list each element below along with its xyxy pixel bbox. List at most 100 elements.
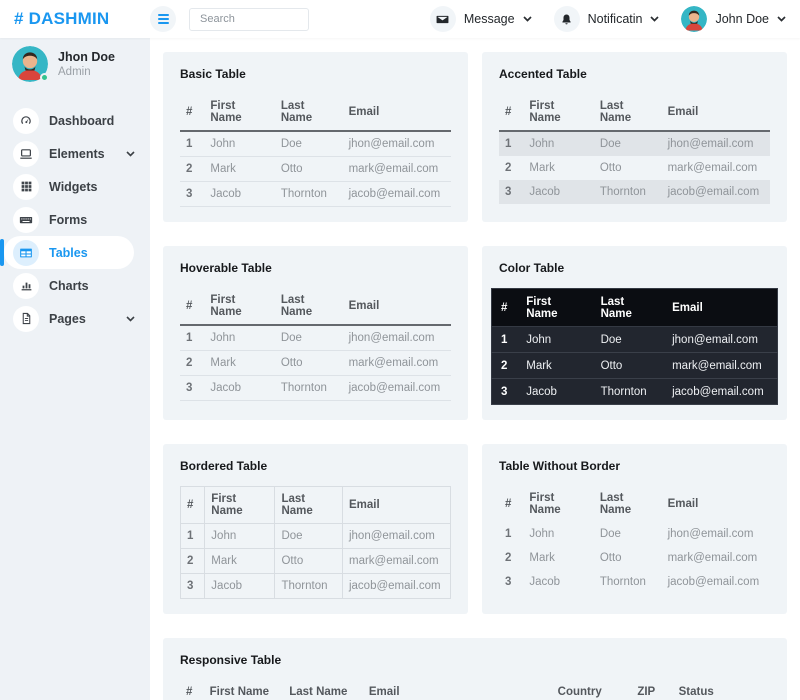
table-row: 2MarkOttomark@email.com: [180, 157, 451, 182]
table-cell: jhon@email.com: [343, 131, 451, 157]
row-index: 1: [181, 524, 205, 549]
column-header: First Name: [205, 487, 275, 524]
sidebar-item-pages[interactable]: Pages: [4, 302, 150, 335]
column-header: Email: [662, 94, 770, 131]
elements-icon: [13, 141, 39, 167]
bell-icon: [554, 6, 580, 32]
table-cell: John: [517, 327, 591, 353]
sidebar-item-forms[interactable]: Forms: [4, 203, 150, 236]
chevron-down-icon: [650, 16, 659, 22]
color-table-card: Color Table #First NameLast NameEmail1Jo…: [482, 246, 787, 420]
messages-dropdown[interactable]: Message: [430, 6, 532, 32]
row-index: 2: [499, 156, 523, 180]
sidebar-item-elements[interactable]: Elements: [4, 137, 150, 170]
table-row: 1JohnDoejhon@email.com: [492, 327, 778, 353]
card-title: Basic Table: [180, 67, 451, 81]
column-header: First Name: [204, 94, 274, 131]
table-cell: Otto: [275, 157, 343, 182]
borderless-table-card: Table Without Border #First NameLast Nam…: [482, 444, 787, 614]
table-cell: Doe: [275, 131, 343, 157]
table-cell: mark@email.com: [342, 549, 450, 574]
content-area: Basic Table #First NameLast NameEmail1Jo…: [150, 38, 800, 700]
table-cell: Thornton: [275, 574, 343, 599]
sidebar-item-label: Charts: [49, 279, 89, 293]
basic-table-card: Basic Table #First NameLast NameEmail1Jo…: [163, 52, 468, 222]
sidebar-user-name: Jhon Doe: [58, 50, 115, 64]
user-menu[interactable]: John Doe: [681, 6, 786, 32]
column-header: First Name: [204, 288, 274, 325]
table-row: 2MarkOttomark@email.com: [180, 351, 451, 376]
column-header: First Name: [523, 486, 593, 522]
widgets-icon: [13, 174, 39, 200]
table-cell: Otto: [592, 353, 664, 379]
card-title: Accented Table: [499, 67, 770, 81]
column-header: Email: [343, 288, 451, 325]
column-header: #: [180, 94, 204, 131]
column-header: Email: [363, 680, 552, 700]
chevron-down-icon: [777, 16, 786, 22]
notifications-label: Notificatin: [588, 12, 643, 26]
table-row: 1JohnDoejhon@email.com: [499, 522, 770, 546]
column-header: #: [181, 487, 205, 524]
row-index: 3: [499, 570, 523, 594]
table-cell: Mark: [517, 353, 591, 379]
table-cell: John: [204, 325, 274, 351]
dashboard-icon: [13, 108, 39, 134]
table-row: 1JohnDoejhon@email.com: [180, 131, 451, 157]
row-index: 2: [180, 351, 204, 376]
sidebar-user-avatar: [12, 46, 48, 82]
brand-logo: #DASHMIN: [14, 9, 150, 29]
column-header: Last Name: [283, 680, 363, 700]
table-cell: Otto: [275, 351, 343, 376]
messages-label: Message: [464, 12, 515, 26]
sidebar-user-card: Jhon Doe Admin: [0, 38, 150, 94]
user-name: John Doe: [715, 12, 769, 26]
table-cell: Mark: [204, 157, 274, 182]
table-cell: jhon@email.com: [343, 325, 451, 351]
column-header: Email: [343, 94, 451, 131]
column-header: Last Name: [275, 94, 343, 131]
table-header-row: #First NameLast NameEmail: [499, 486, 770, 522]
column-header: Last Name: [592, 289, 664, 327]
menu-toggle-button[interactable]: [150, 6, 176, 32]
sidebar-item-dashboard[interactable]: Dashboard: [4, 104, 150, 137]
table-cell: Jacob: [205, 574, 275, 599]
sidebar-item-charts[interactable]: Charts: [4, 269, 150, 302]
table-cell: Mark: [523, 546, 593, 570]
table-row: 3JacobThorntonjacob@email.com: [499, 180, 770, 204]
column-header: First Name: [204, 680, 284, 700]
notifications-dropdown[interactable]: Notificatin: [554, 6, 660, 32]
table-cell: Mark: [204, 351, 274, 376]
sidebar-item-widgets[interactable]: Widgets: [4, 170, 150, 203]
table-cell: Jacob: [523, 180, 593, 204]
row-index: 3: [180, 376, 204, 401]
search-input[interactable]: [189, 8, 309, 31]
row-index: 1: [499, 131, 523, 156]
table-cell: Jacob: [204, 376, 274, 401]
table-cell: jhon@email.com: [662, 522, 770, 546]
pages-icon: [13, 306, 39, 332]
borderless-table: #First NameLast NameEmail1JohnDoejhon@em…: [499, 486, 770, 594]
table-header-row: #First NameLast NameEmail: [492, 289, 778, 327]
row-index: 1: [180, 325, 204, 351]
sidebar-item-tables[interactable]: Tables: [4, 236, 134, 269]
envelope-icon: [430, 6, 456, 32]
charts-icon: [13, 273, 39, 299]
bordered-table-card: Bordered Table #First NameLast NameEmail…: [163, 444, 468, 614]
table-cell: Thornton: [594, 180, 662, 204]
table-row: 3JacobThorntonjacob@email.com: [181, 574, 451, 599]
table-cell: Doe: [594, 131, 662, 156]
table-header-row: #First NameLast NameEmail: [180, 288, 451, 325]
table-cell: jacob@email.com: [342, 574, 450, 599]
card-title: Responsive Table: [180, 653, 770, 667]
table-row: 3JacobThorntonjacob@email.com: [180, 376, 451, 401]
column-header: #: [180, 288, 204, 325]
sidebar-item-label: Pages: [49, 312, 86, 326]
table-row: 2MarkOttomark@email.com: [492, 353, 778, 379]
chevron-down-icon: [126, 151, 135, 157]
responsive-table: #First NameLast NameEmailCountryZIPStatu…: [180, 680, 770, 700]
card-title: Color Table: [499, 261, 770, 275]
table-cell: mark@email.com: [663, 353, 777, 379]
table-cell: jhon@email.com: [662, 131, 770, 156]
column-header: First Name: [517, 289, 591, 327]
